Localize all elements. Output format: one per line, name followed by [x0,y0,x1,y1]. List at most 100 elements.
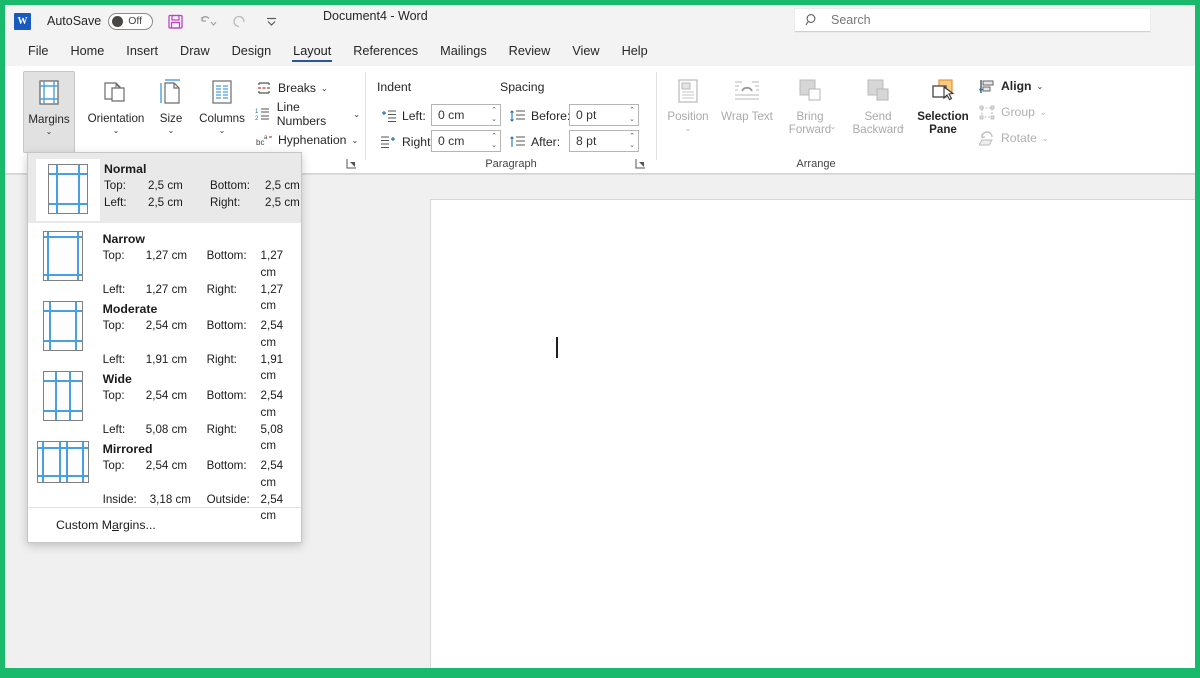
indent-left-stepper[interactable]: ⌃ ⌄ [491,106,497,124]
indent-left-field: Left: [377,104,426,128]
margins-thumbnail-wrap [28,369,99,421]
margins-dropdown-menu[interactable]: Normal Top: 2,5 cm Bottom: 2,5 cm Left: … [27,152,302,543]
size-button-label: Size [159,112,183,125]
rotate-button[interactable]: Rotate ⌄ [976,126,1049,150]
indent-right-value: 0 cm [438,134,465,148]
breaks-button[interactable]: Breaks ⌄ [253,76,328,100]
margins-option-row-left: Inside: 3,18 cm Outside: 2,54 cm [103,492,301,526]
align-icon [976,79,998,94]
line-numbers-label: Line Numbers [276,100,327,128]
tab-insert[interactable]: Insert [115,40,169,63]
wrap-text-icon [735,81,759,100]
screenshot-frame: W AutoSave Off Document4 - Word Search F… [0,0,1200,678]
margins-option-row-top: Top: 2,5 cm Bottom: 2,5 cm [104,178,300,195]
chevron-down-icon[interactable]: ⌄ [685,124,692,133]
search-box[interactable]: Search [795,9,1150,32]
top-value: 2,54 cm [145,389,188,402]
indent-right-field: Right: [377,130,434,154]
tab-layout[interactable]: Layout [282,40,342,63]
indent-right-input[interactable]: 0 cm ⌃ ⌄ [431,130,501,152]
margins-option-title: Mirrored [102,442,153,456]
margins-option-narrow[interactable]: Narrow Top: 1,27 cm Bottom: 1,27 cm Left… [28,223,301,312]
align-label: Align [1001,79,1032,93]
chevron-down-icon[interactable]: ⌄ [351,136,358,145]
spacing-heading: Spacing [500,80,545,94]
chevron-down-icon[interactable]: ⌄ [168,126,175,135]
word-logo: W [14,12,31,30]
spacing-after-input[interactable]: 8 pt ⌃ ⌄ [569,130,639,152]
spacing-after-stepper[interactable]: ⌃ ⌄ [629,132,635,150]
align-button[interactable]: Align ⌄ [976,74,1043,98]
chevron-down-icon[interactable]: ⌄ [219,126,226,135]
search-placeholder: Search [831,13,871,27]
position-button[interactable]: Position ⌄ [658,71,718,153]
outside-value: 2,54 cm [260,492,284,523]
top-label: Top: [102,249,125,262]
margins-button-label: Margins [28,113,70,126]
tab-design[interactable]: Design [221,40,283,63]
ribbon-group-paragraph: Indent Spacing Left: 0 cm ⌃ ⌄ Right: 0 c… [371,68,651,172]
page-setup-dialog-launcher[interactable] [346,158,358,170]
selection-pane-button[interactable]: Selection Pane [912,71,974,153]
save-icon[interactable] [165,11,185,31]
tab-help[interactable]: Help [611,40,659,63]
chevron-down-icon[interactable]: ⌄ [113,126,120,135]
spacing-before-stepper[interactable]: ⌃ ⌄ [629,106,635,124]
tab-references[interactable]: References [342,40,429,63]
customize-quick-access-icon[interactable] [261,11,281,31]
indent-right-stepper[interactable]: ⌃ ⌄ [491,132,497,150]
hyphenation-button[interactable]: bc a Hyphenation ⌄ [253,128,359,152]
redo-icon[interactable] [229,11,249,31]
chevron-down-icon[interactable]: ⌄ [1036,82,1043,91]
margins-option-row-top: Top: 2,54 cm Bottom: 2,54 cm [103,318,301,352]
chevron-down-icon[interactable]: ⌄ [830,122,837,131]
top-value: 2,54 cm [145,459,188,472]
right-label: Right: [210,195,241,209]
chevron-down-icon[interactable]: ⌄ [1040,108,1047,117]
margins-thumbnail-wrap [28,439,99,483]
chevron-down-icon[interactable]: ⌄ [46,127,53,136]
send-backward-button[interactable]: Send Backward ⌄ [844,71,912,153]
tab-draw[interactable]: Draw [169,40,221,63]
margins-option-normal[interactable]: Normal Top: 2,5 cm Bottom: 2,5 cm Left: … [28,153,301,223]
word-application-window: W AutoSave Off Document4 - Word Search F… [5,5,1195,668]
bring-forward-icon [799,79,821,101]
margins-option-wide[interactable]: Wide Top: 2,54 cm Bottom: 2,54 cm Left: … [28,363,301,452]
spacing-before-input[interactable]: 0 pt ⌃ ⌄ [569,104,639,126]
autosave-toggle-knob [112,15,124,27]
size-button[interactable]: Size ⌄ [151,71,191,153]
orientation-button[interactable]: Orientation ⌄ [79,71,153,153]
columns-button[interactable]: Columns ⌄ [191,71,253,153]
bring-forward-button[interactable]: Bring Forward ⌄ [776,71,844,153]
outside-label: Outside: [206,492,250,506]
margins-button[interactable]: Margins ⌄ [23,71,75,153]
chevron-down-icon[interactable]: ⌄ [353,110,360,119]
indent-heading: Indent [377,80,412,94]
rotate-icon [976,130,998,146]
tab-home[interactable]: Home [59,40,115,63]
position-button-label: Position [667,110,709,123]
selection-pane-button-label: Selection Pane [917,110,969,136]
chevron-down-icon[interactable]: ⌄ [1042,134,1049,143]
margins-option-moderate[interactable]: Moderate Top: 2,54 cm Bottom: 2,54 cm Le… [28,293,301,382]
autosave-toggle[interactable]: Off [108,12,154,30]
tab-mailings[interactable]: Mailings [429,40,498,63]
tab-view[interactable]: View [561,40,610,63]
document-page[interactable] [430,199,1195,668]
line-numbers-button[interactable]: 1 2 Line Numbers ⌄ [253,100,360,128]
wrap-text-button[interactable]: Wrap Text ⌄ [718,71,776,153]
bottom-label: Bottom: [210,179,250,192]
send-backward-icon [867,79,889,101]
paragraph-dialog-launcher[interactable] [635,158,647,170]
chevron-down-icon[interactable]: ⌄ [899,122,906,131]
chevron-down-icon[interactable]: ⌄ [321,84,328,93]
chevron-down-icon[interactable]: ⌄ [760,109,767,118]
indent-left-input[interactable]: 0 cm ⌃ ⌄ [431,104,501,126]
tab-review[interactable]: Review [498,40,562,63]
paragraph-group-label: Paragraph [485,158,537,170]
margins-thumbnail-wrap [28,229,99,281]
group-objects-button[interactable]: Group ⌄ [976,100,1047,124]
undo-icon[interactable] [197,11,217,31]
margins-option-mirrored[interactable]: Mirrored Top: 2,54 cm Bottom: 2,54 cm In… [28,433,301,522]
tab-file[interactable]: File [17,40,59,63]
